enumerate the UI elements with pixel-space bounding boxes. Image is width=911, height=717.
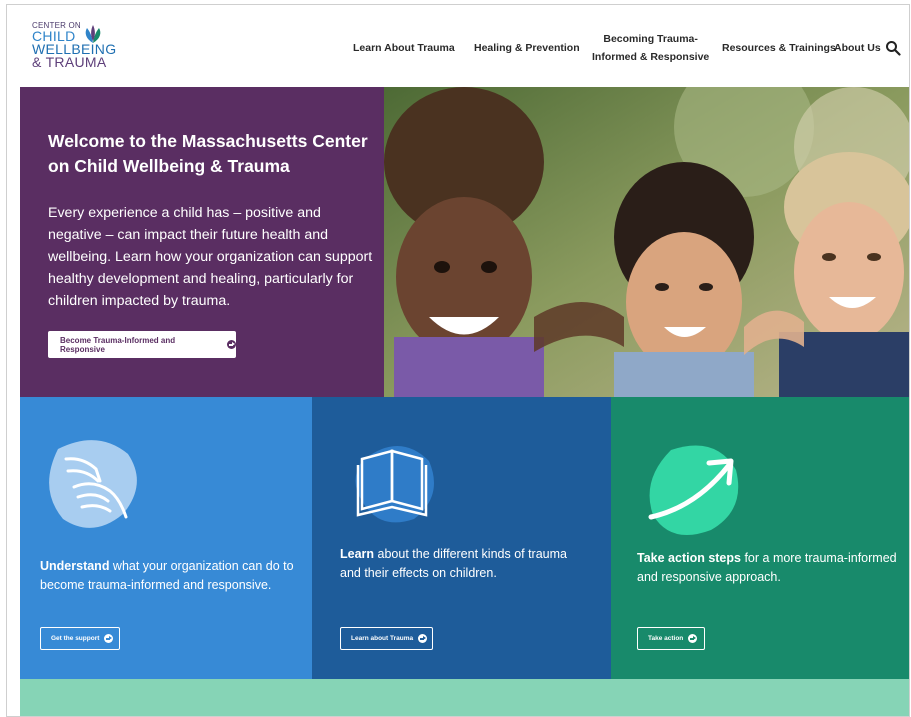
helping-hands-icon <box>49 440 137 528</box>
take-action-button[interactable]: Take action <box>637 627 705 650</box>
card-learn-bold: Learn <box>340 547 375 561</box>
card-understand-bold: Understand <box>40 559 110 573</box>
leaf-logo-icon <box>85 25 101 43</box>
arrow-right-circle-icon <box>104 634 114 643</box>
card-take-action: Take action steps for a more trauma-info… <box>611 397 909 679</box>
arrow-right-circle-icon <box>418 634 428 643</box>
nav-learn-about-trauma[interactable]: Learn About Trauma <box>353 39 455 57</box>
card-understand-text: Understand what your organization can do… <box>40 557 300 595</box>
upward-arrow-icon <box>648 445 739 535</box>
take-action-label: Take action <box>648 635 684 642</box>
learn-about-trauma-button[interactable]: Learn about Trauma <box>340 627 433 650</box>
nav-healing-prevention[interactable]: Healing & Prevention <box>474 39 580 57</box>
feature-cards: Understand what your organization can do… <box>20 397 909 679</box>
nav-about-us[interactable]: About Us <box>834 39 881 57</box>
get-the-support-label: Get the support <box>51 635 100 642</box>
site-header: CENTER ON CHILD WELLBEING & TRAUMA Learn… <box>20 5 909 91</box>
open-book-icon <box>355 446 434 523</box>
hero-section: Welcome to the Massachusetts Center on C… <box>20 87 909 397</box>
card-take-action-bold: Take action steps <box>637 551 741 565</box>
nav-resources-trainings[interactable]: Resources & Trainings <box>722 39 836 57</box>
arrow-right-circle-icon <box>688 634 698 643</box>
nav-becoming-line-1: Becoming Trauma- <box>603 33 698 45</box>
hero-description: Every experience a child has – positive … <box>48 205 373 309</box>
become-trauma-informed-button[interactable]: Become Trauma-Informed and Responsive <box>48 331 236 358</box>
hero-children-photo <box>384 87 909 397</box>
logo-line-3: & TRAUMA <box>32 54 107 70</box>
card-learn-body: about the different kinds of trauma and … <box>340 547 567 580</box>
card-take-action-text: Take action steps for a more trauma-info… <box>637 549 897 587</box>
hero-title: Welcome to the Massachusetts Center on C… <box>48 131 368 176</box>
search-icon[interactable] <box>885 40 901 56</box>
learn-about-trauma-label: Learn about Trauma <box>351 635 414 642</box>
card-learn: Learn about the different kinds of traum… <box>312 397 611 679</box>
hero-panel: Welcome to the Massachusetts Center on C… <box>20 87 384 397</box>
hero-button-label: Become Trauma-Informed and Responsive <box>60 335 176 354</box>
get-the-support-button[interactable]: Get the support <box>40 627 120 650</box>
nav-becoming-trauma-informed[interactable]: Becoming Trauma- Informed & Responsive <box>592 30 709 66</box>
site-logo[interactable]: CENTER ON CHILD WELLBEING & TRAUMA <box>32 21 152 81</box>
mint-footer-band <box>20 679 909 716</box>
browser-frame: CENTER ON CHILD WELLBEING & TRAUMA Learn… <box>6 4 910 717</box>
nav-becoming-line-2: Informed & Responsive <box>592 51 710 63</box>
card-understand: Understand what your organization can do… <box>20 397 312 679</box>
arrow-right-circle-icon <box>227 340 236 349</box>
card-learn-text: Learn about the different kinds of traum… <box>340 545 590 583</box>
